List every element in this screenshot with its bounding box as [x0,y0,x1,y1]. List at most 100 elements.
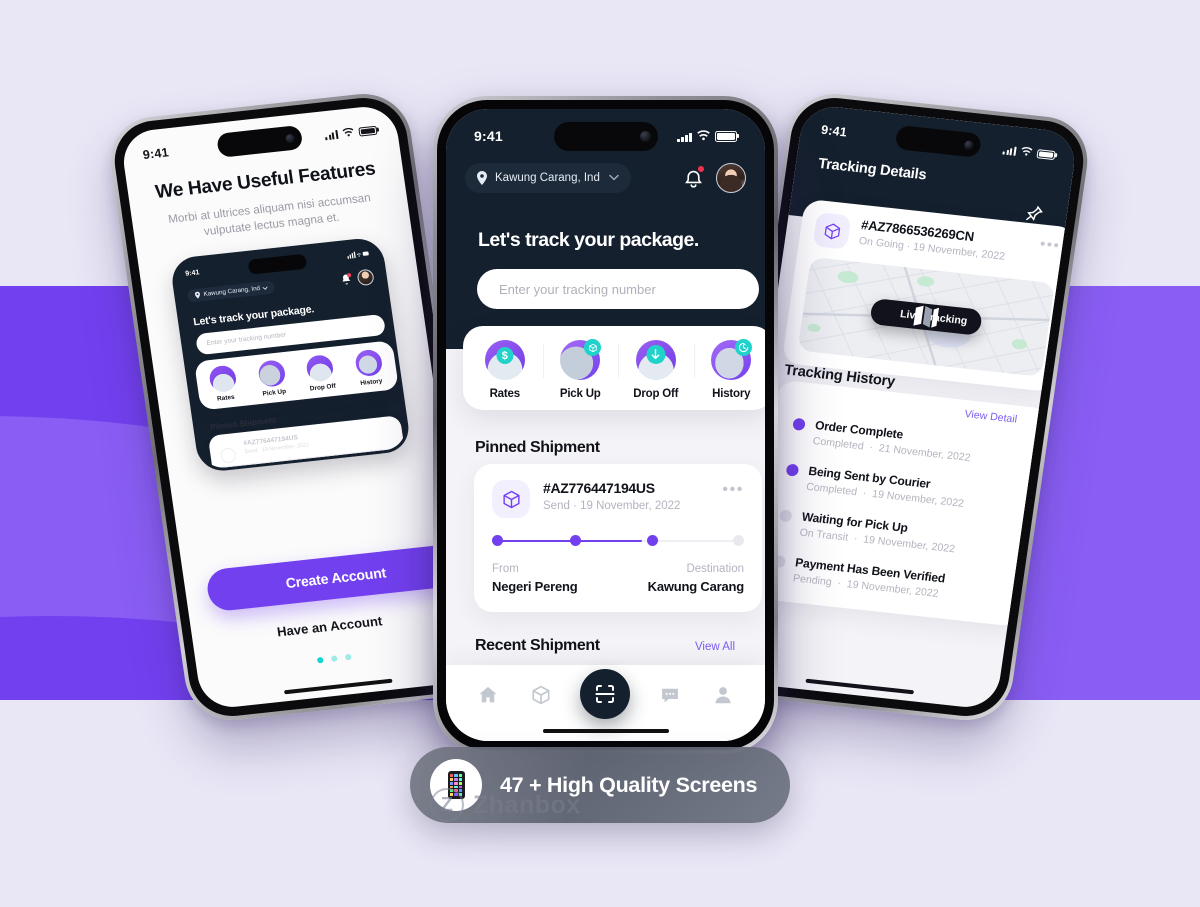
watermark: Z Zhanbox [430,788,581,822]
timeline-node-icon [778,509,793,523]
watermark-text: Zhanbox [473,790,581,819]
history-item-state: On Transit [798,526,849,544]
home-glyph-icon [479,686,497,703]
battery-icon [1036,148,1056,160]
home-icon[interactable] [475,682,501,708]
shipment-progress [492,535,744,547]
clock-badge-icon [735,339,753,356]
clock-glyph-icon [739,342,749,353]
pinned-shipment-card[interactable]: #AZ776447194US Send · 19 November, 2022 … [474,464,762,612]
map-icon [881,305,940,328]
package-icon [492,480,530,518]
home-indicator [542,729,669,733]
history-icon [711,339,753,380]
have-an-account-link[interactable]: Have an Account [192,604,468,649]
destination-label: Destination [686,563,744,575]
dynamic-island [553,122,658,151]
pinned-card-route: From Negeri Pereng Destination Kawung Ca… [492,563,744,594]
download-icon [635,340,676,380]
status-clock: 9:41 [820,122,848,140]
dollar-icon [208,364,238,394]
avatar [356,268,375,287]
home-header: Kawung Carang, Ind [446,163,765,193]
package-icon [812,212,852,250]
ellipsis-icon[interactable]: ••• [722,482,744,497]
quick-action-label: Drop Off [633,388,679,400]
page-indicator[interactable] [316,653,352,664]
dollar-icon: $ [484,340,525,380]
avatar[interactable] [716,163,746,193]
package-icon [219,447,237,464]
onboarding-preview-mockup: 9:41 Kawung Carang, Ind Let's track your… [169,236,412,474]
wifi-icon [697,130,710,141]
map-preview[interactable]: Live Tracking [797,256,1055,377]
quick-action-label: Pick Up [559,388,601,400]
status-icons-group-icon [347,251,369,260]
page-dot-1[interactable] [316,656,324,664]
preview-action-history: History [342,347,396,388]
progress-fill [496,540,643,543]
preview-screen: 9:41 Kawung Carang, Ind Let's track your… [172,239,409,470]
preview-status-icons [347,250,370,261]
status-clock: 9:41 [474,128,503,144]
package-glyph-icon [532,685,550,705]
dollar-glyph-icon: $ [496,347,514,364]
front-camera-icon [963,139,974,150]
preview-action-label: History [359,377,383,387]
chat-icon[interactable] [657,682,683,708]
quick-action-label: Rates [489,388,521,400]
phone-center-screen: 9:41 Kawung Carang, Ind Let's track your… [446,109,765,741]
preview-action-rates: Rates [197,363,251,404]
progress-node [570,535,582,546]
preview-clock: 9:41 [185,269,201,279]
arrow-down-glyph-icon [651,349,660,360]
location-label: Kawung Carang, Ind [495,172,600,184]
quick-actions-panel: $ Rates Pick Up Drop Off History [463,326,765,410]
status-icons [1002,144,1056,160]
recent-shipment-title: Recent Shipment [475,637,600,654]
cellular-icon [677,131,692,142]
wifi-icon [342,127,354,137]
pinned-card-header: #AZ776447194US Send · 19 November, 2022 … [492,480,744,518]
notification-bell-button[interactable] [680,165,706,191]
cellular-icon [1002,145,1017,156]
create-account-button[interactable]: Create Account [204,542,467,613]
package-glyph-icon [824,223,840,239]
quick-action-rates[interactable]: $ Rates [467,340,543,400]
timeline-node-icon [792,417,806,431]
history-item-state: Completed [811,435,865,453]
preview-action-label: Pick Up [262,388,287,398]
status-clock: 9:41 [141,145,170,163]
preview-action-label: Drop Off [309,382,337,393]
quick-action-history[interactable]: History [693,339,766,400]
cellular-icon [324,129,339,140]
location-selector[interactable]: Kawung Carang, Ind [465,163,631,193]
battery-icon [358,125,378,137]
pin-icon[interactable] [1023,202,1046,224]
quick-action-dropoff[interactable]: Drop Off [618,340,694,400]
download-icon [305,353,335,383]
preview-location-label: Kawung Carang, Ind [203,285,261,299]
chat-glyph-icon [662,688,678,703]
status-icons [677,130,737,142]
scan-icon [595,685,616,703]
page-heading: Let's track your package. [478,229,699,251]
search-input[interactable] [477,269,759,309]
ellipsis-icon[interactable]: ••• [1039,235,1062,254]
page-dot-2[interactable] [330,655,338,662]
tracking-history-list: Order Complete Completed · 21 November, … [770,416,1030,608]
view-all-link[interactable]: View All [695,641,735,653]
wifi-icon [1021,147,1033,156]
pinned-card-text: #AZ776447194US Send · 19 November, 2022 [543,480,680,512]
shipment-summary-card[interactable]: #AZ7866536269CN On Going · 19 November, … [781,198,1078,393]
truck-icon [560,339,602,380]
profile-icon[interactable] [710,682,736,708]
progress-node [646,535,658,546]
route-from: From Negeri Pereng [492,563,578,594]
scan-button[interactable] [580,669,631,719]
bell-glyph-icon [342,274,351,285]
quick-action-pickup[interactable]: Pick Up [542,339,619,400]
package-icon[interactable] [528,682,554,708]
preview-action-pickup: Pick Up [245,358,299,399]
page-dot-3[interactable] [344,653,352,661]
